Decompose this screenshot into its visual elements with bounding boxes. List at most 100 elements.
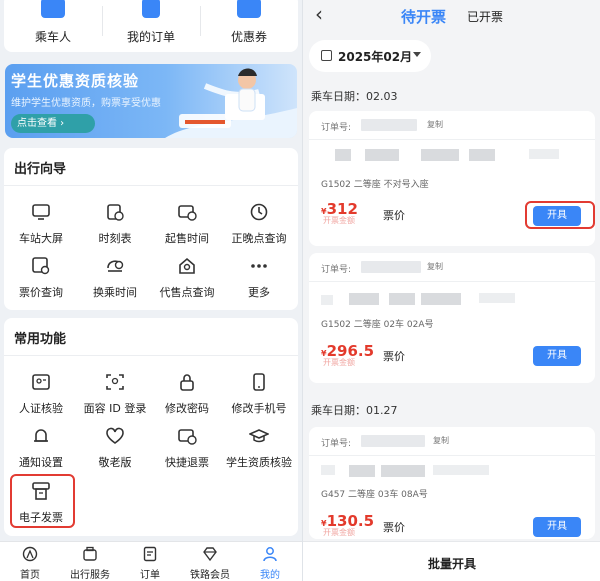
nav-profile-label: 我的	[260, 570, 280, 581]
ticket-price: ¥312 开票金额	[321, 199, 358, 225]
more-item[interactable]: 更多	[223, 256, 295, 302]
order-number-masked	[361, 261, 421, 273]
divider	[4, 185, 298, 186]
month-selector[interactable]: 2025年02月	[309, 40, 431, 72]
id-verify-item[interactable]: 人证核验	[5, 372, 77, 418]
divider	[309, 455, 595, 456]
my-orders-entry[interactable]: 我的订单	[102, 0, 200, 52]
train-seat-info: G1502 二等座 02车 02A号	[321, 320, 434, 330]
coupon-entry[interactable]: 优惠券	[200, 0, 298, 52]
heart-icon	[105, 426, 125, 446]
nav-member-label: 铁路会员	[190, 570, 230, 581]
sale-time-icon	[177, 202, 197, 222]
bottom-nav: 首页 出行服务 订单 铁路会员 我的	[0, 541, 302, 581]
change-phone-item[interactable]: 修改手机号	[223, 372, 295, 418]
caret-down-icon	[413, 52, 421, 57]
route-masked	[381, 465, 425, 477]
invoice-panel: ‹ 待开票 已开票 2025年02月 乘车日期：02.03 订单号: 复制 G1…	[302, 0, 600, 581]
route-masked	[349, 293, 379, 305]
home-icon	[22, 546, 38, 562]
fare-query-item[interactable]: 票价查询	[5, 256, 77, 302]
fare-search-icon	[31, 256, 51, 276]
route-masked	[349, 465, 375, 477]
ticket-card: 订单号: 复制 G457 二等座 03车 08A号 ¥130.5 开票金额 票价…	[309, 427, 595, 539]
face-id-login-item[interactable]: 面容 ID 登录	[79, 372, 151, 418]
banner-title: 学生优惠资质核验	[11, 72, 140, 90]
ticket-price: ¥296.5 开票金额	[321, 341, 374, 367]
price-label: 票价	[383, 209, 405, 222]
issue-button-highlight	[525, 201, 595, 229]
route-masked	[321, 295, 333, 305]
id-verify-icon	[31, 372, 51, 392]
transfer-time-item[interactable]: 换乘时间	[79, 256, 151, 302]
copy-button[interactable]: 复制	[427, 119, 443, 130]
change-password-item[interactable]: 修改密码	[151, 372, 223, 418]
order-number-label: 订单号:	[321, 439, 352, 449]
price-label: 票价	[383, 521, 405, 534]
id-verify-label: 人证核验	[19, 402, 63, 415]
profile-icon	[262, 546, 278, 562]
timetable-icon	[105, 202, 125, 222]
nav-orders[interactable]: 订单	[120, 542, 180, 581]
order-icon	[142, 546, 158, 562]
month-value: 2025年02月	[338, 50, 413, 64]
ride-date-line: 乘车日期：02.03	[311, 88, 398, 104]
agency-search-icon	[177, 256, 197, 276]
station-screen-item[interactable]: 车站大屏	[5, 202, 77, 248]
copy-button[interactable]: 复制	[433, 435, 449, 446]
issue-invoice-button[interactable]: 开具	[533, 346, 581, 366]
nav-profile[interactable]: 我的	[240, 542, 300, 581]
copy-button[interactable]: 复制	[427, 261, 443, 272]
ride-date-value: 02.03	[366, 90, 398, 103]
notification-settings-item[interactable]: 通知设置	[5, 426, 77, 472]
lock-icon	[177, 372, 197, 392]
route-masked	[365, 149, 399, 161]
back-chevron-icon[interactable]: ‹	[315, 2, 323, 26]
elderly-mode-item[interactable]: 敬老版	[79, 426, 151, 472]
nav-member[interactable]: 铁路会员	[180, 542, 240, 581]
order-number-masked	[361, 435, 425, 447]
batch-issue-bar[interactable]: 批量开具	[303, 541, 600, 581]
issue-invoice-button[interactable]: 开具	[533, 517, 581, 537]
invoice-amount-stamp: 开票金额	[323, 528, 355, 537]
my-orders-entry-label: 我的订单	[126, 30, 175, 44]
route-masked	[389, 293, 415, 305]
price-label: 票价	[383, 350, 405, 363]
batch-issue-button[interactable]: 批量开具	[303, 555, 600, 572]
tab-issued-invoice[interactable]: 已开票	[467, 8, 503, 25]
route-masked	[479, 293, 515, 303]
sale-time-item[interactable]: 起售时间	[151, 202, 223, 248]
route-masked	[321, 465, 335, 475]
nav-home-label: 首页	[20, 570, 40, 581]
train-seat-info: G1502 二等座 不对号入座	[321, 180, 429, 190]
passenger-entry-label: 乘车人	[34, 30, 71, 44]
calendar-icon	[321, 50, 332, 61]
nav-home[interactable]: 首页	[0, 542, 60, 581]
agency-query-item[interactable]: 代售点查询	[151, 256, 223, 302]
divider	[4, 355, 298, 356]
member-diamond-icon	[202, 546, 218, 562]
banner-view-button[interactable]: 点击查看 ›	[11, 114, 95, 133]
nav-travel-service[interactable]: 出行服务	[60, 542, 120, 581]
notification-settings-label: 通知设置	[19, 456, 63, 469]
route-masked	[469, 149, 495, 161]
student-verify-banner[interactable]: 学生优惠资质核验 维护学生优惠资质，购票享受优惠 点击查看 ›	[5, 64, 297, 138]
route-masked	[421, 293, 461, 305]
quick-refund-item[interactable]: 快捷退票	[151, 426, 223, 472]
ticket-price: ¥130.5 开票金额	[321, 511, 374, 537]
graduation-cap-icon	[248, 426, 270, 446]
delay-query-item[interactable]: 正晚点查询	[223, 202, 295, 248]
invoice-amount-stamp: 开票金额	[323, 216, 355, 225]
coupon-entry-label: 优惠券	[230, 30, 267, 44]
more-label: 更多	[248, 286, 270, 299]
banner-view-label: 点击查看	[17, 118, 57, 129]
passenger-entry[interactable]: 乘车人	[4, 0, 102, 52]
clock-icon	[249, 202, 269, 222]
transfer-time-icon	[105, 256, 125, 276]
tab-pending-invoice[interactable]: 待开票	[401, 6, 446, 27]
timetable-item[interactable]: 时刻表	[79, 202, 151, 248]
divider	[309, 281, 595, 282]
ride-date-value: 01.27	[366, 404, 398, 417]
order-document-icon	[142, 0, 160, 18]
student-verify-item[interactable]: 学生资质核验	[223, 426, 295, 472]
